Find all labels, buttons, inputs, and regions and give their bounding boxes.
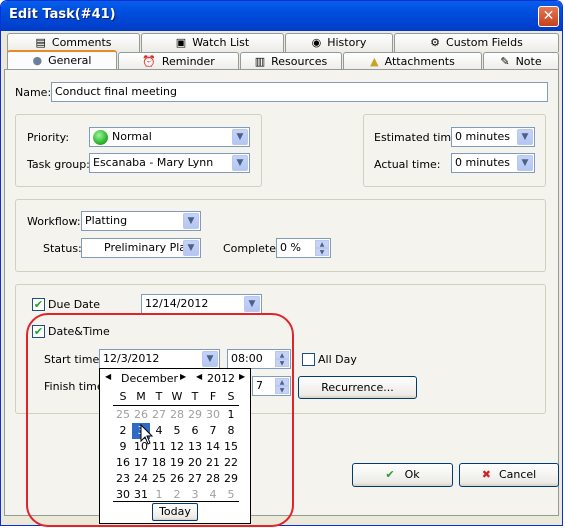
actual-time-value: 0 minutes (455, 156, 511, 169)
priority-label: Priority: (27, 131, 70, 144)
tab-label: Reminder (161, 55, 215, 68)
spin-down-icon[interactable]: ▼ (315, 248, 329, 256)
cancel-x-icon: ✖ (481, 468, 491, 481)
status-select[interactable]: Preliminary Plat ▼ (81, 238, 201, 258)
estimated-time-select[interactable]: 0 minutes ▼ (451, 127, 535, 147)
ok-label: Ok (404, 468, 420, 481)
chevron-down-icon[interactable]: ▼ (517, 129, 533, 145)
history-icon: ◉ (311, 36, 322, 49)
time-group (363, 114, 546, 187)
tab-custom-fields[interactable]: ⚙ Custom Fields (394, 33, 559, 52)
window-title: Edit Task(#41) (9, 7, 116, 22)
all-day-checkbox[interactable] (302, 353, 315, 366)
tab-label: Comments (51, 36, 112, 49)
tab-label: Resources (271, 55, 328, 68)
actual-time-select[interactable]: 0 minutes ▼ (451, 153, 535, 173)
checkmark-icon: ✔ (385, 468, 395, 481)
due-date-label: Due Date (48, 298, 100, 311)
workflow-select[interactable]: Platting ▼ (81, 211, 201, 231)
tab-label: Attachments (384, 55, 455, 68)
tab-label: History (327, 36, 367, 49)
chevron-down-icon[interactable]: ▼ (232, 129, 248, 145)
name-label: Name: (15, 86, 52, 99)
chevron-down-icon[interactable]: ▼ (183, 240, 199, 256)
tab-label: Note (515, 55, 542, 68)
cancel-button[interactable]: ✖ Cancel (459, 463, 559, 487)
recurrence-button[interactable]: Recurrence... (298, 376, 417, 399)
task-group-select[interactable]: Escanaba - Mary Lynn ▼ (89, 153, 250, 173)
tab-label: General (48, 54, 92, 67)
chevron-down-icon[interactable]: ▼ (232, 155, 248, 171)
tab-general[interactable]: ● General (7, 50, 117, 70)
spin-up-icon[interactable]: ▲ (315, 240, 329, 248)
complete-input[interactable]: 0 % ▲ ▼ (276, 238, 331, 258)
tab-watch-list[interactable]: ▣ Watch List (141, 33, 284, 52)
priority-group (15, 114, 262, 187)
cancel-label: Cancel (498, 468, 537, 481)
due-date-value: 12/14/2012 (145, 297, 209, 310)
status-value: Preliminary Plat (104, 241, 191, 254)
watch-list-icon: ▣ (175, 36, 187, 49)
name-input[interactable]: Conduct final meeting (51, 82, 548, 102)
ok-button[interactable]: ✔ Ok (352, 463, 453, 487)
status-label: Status: (43, 242, 82, 255)
estimated-time-label: Estimated time: (374, 131, 462, 144)
due-date-checkbox[interactable]: ✔ (32, 298, 45, 311)
task-group-value: Escanaba - Mary Lynn (93, 156, 214, 169)
tab-label: Custom Fields (446, 36, 523, 49)
chevron-down-icon[interactable]: ▼ (517, 155, 533, 171)
priority-status-icon (93, 130, 108, 145)
close-button[interactable]: ✕ (538, 6, 559, 27)
actual-time-label: Actual time: (374, 158, 441, 171)
priority-value: Normal (112, 130, 152, 143)
tab-history[interactable]: ◉ History (285, 33, 393, 52)
due-date-picker[interactable]: 12/14/2012 ▼ (141, 294, 262, 314)
workflow-label: Workflow: (27, 215, 81, 228)
complete-label: Complete: (223, 242, 280, 255)
general-icon: ● (32, 54, 43, 67)
title-bar[interactable]: Edit Task(#41) ✕ (1, 1, 562, 31)
workflow-group (15, 199, 546, 272)
priority-select[interactable]: Normal ▼ (89, 127, 250, 147)
chevron-down-icon[interactable]: ▼ (244, 296, 260, 312)
workflow-value: Platting (85, 214, 128, 227)
custom-fields-icon: ⚙ (430, 36, 441, 49)
task-group-label: Task group: (27, 158, 90, 171)
all-day-label: All Day (318, 353, 357, 366)
tab-label: Watch List (192, 36, 250, 49)
estimated-time-value: 0 minutes (455, 130, 511, 143)
chevron-down-icon[interactable]: ▼ (183, 213, 199, 229)
highlight-annotation (26, 313, 294, 527)
complete-value: 0 % (280, 241, 301, 254)
